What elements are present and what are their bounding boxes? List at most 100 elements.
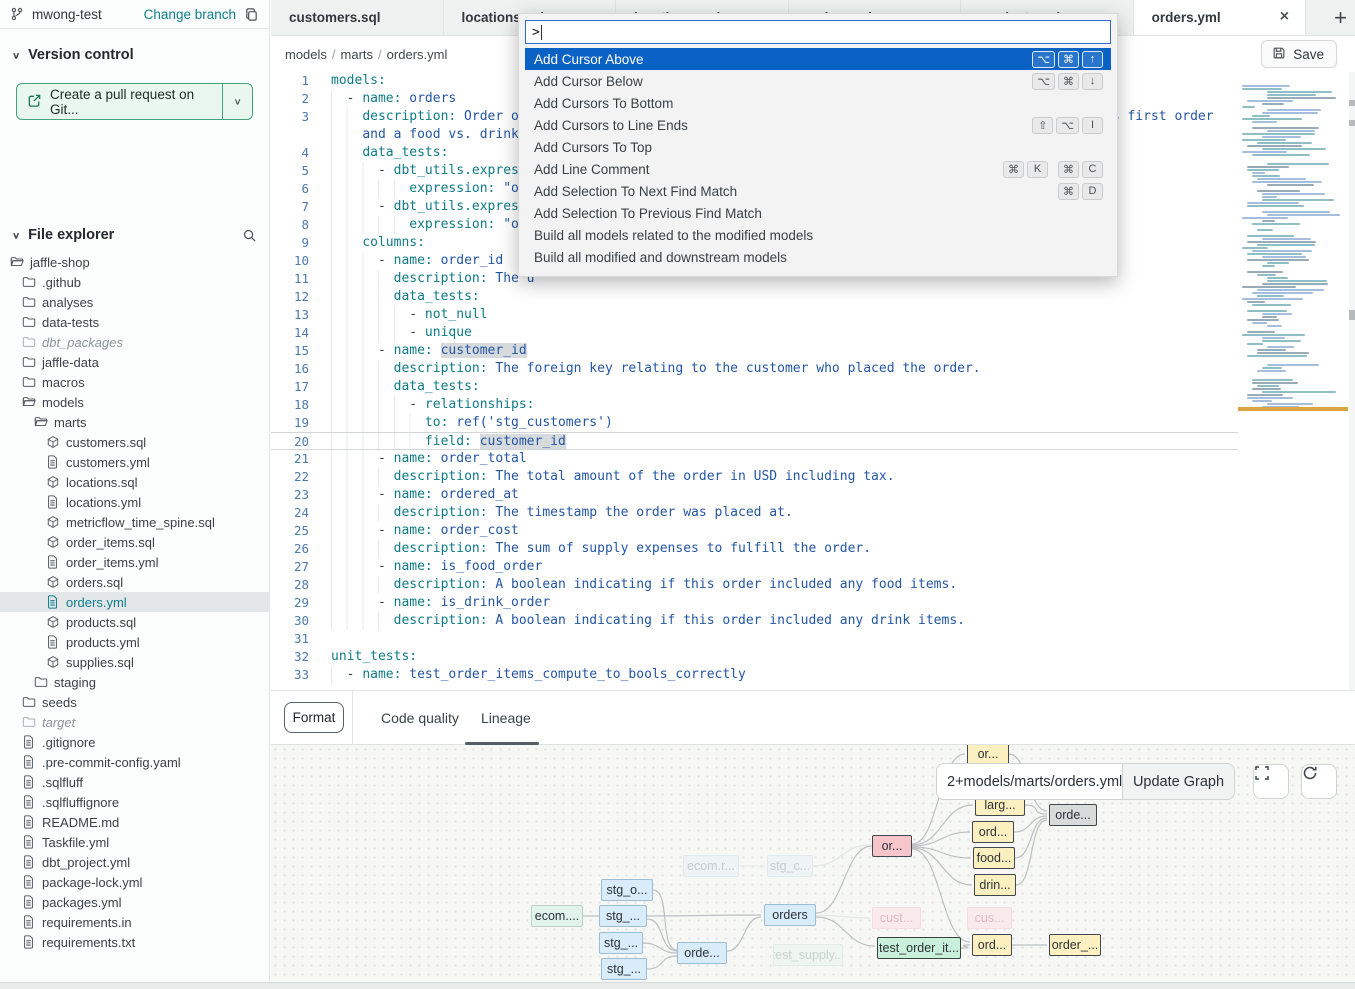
- lineage-node[interactable]: cus...: [967, 907, 1012, 929]
- refresh-button[interactable]: [1301, 764, 1337, 799]
- create-pr-button[interactable]: Create a pull request on Git... ∨: [16, 83, 253, 120]
- file-tree-item[interactable]: customers.sql: [0, 432, 269, 452]
- lineage-node[interactable]: food...: [973, 847, 1015, 869]
- command-item[interactable]: Add Cursor Above⌥⌘↑: [525, 48, 1111, 70]
- file-tree-item[interactable]: orders.yml: [0, 592, 269, 612]
- file-tree-label: data-tests: [42, 315, 99, 330]
- file-tree-item[interactable]: supplies.sql: [0, 652, 269, 672]
- lineage-node[interactable]: ord...: [972, 821, 1014, 843]
- file-tree-item[interactable]: .sqlfluffignore: [0, 792, 269, 812]
- file-tree-item[interactable]: jaffle-shop: [0, 252, 269, 272]
- file-tree-item[interactable]: locations.sql: [0, 472, 269, 492]
- lineage-node[interactable]: ecom.r...: [683, 855, 739, 877]
- lineage-node[interactable]: test_supply...: [773, 944, 843, 966]
- lineage-node[interactable]: drin...: [974, 874, 1016, 896]
- editor-tab[interactable]: orders.yml×: [1134, 0, 1307, 35]
- lineage-node[interactable]: stg_...: [599, 932, 643, 954]
- command-item[interactable]: Add Cursor Below⌥⌘↓: [525, 70, 1111, 92]
- command-palette-input[interactable]: >: [525, 20, 1111, 44]
- file-tree-item[interactable]: target: [0, 712, 269, 732]
- file-tree-item[interactable]: dbt_packages: [0, 332, 269, 352]
- command-item[interactable]: Build all models related to the modified…: [525, 224, 1111, 246]
- file-tree-item[interactable]: marts: [0, 412, 269, 432]
- lineage-node[interactable]: stg_o...: [601, 879, 653, 901]
- file-tree-item[interactable]: order_items.yml: [0, 552, 269, 572]
- tab-lineage[interactable]: Lineage: [481, 691, 531, 745]
- file-tree-item[interactable]: README.md: [0, 812, 269, 832]
- format-button[interactable]: Format: [284, 702, 344, 733]
- code-token: [331, 379, 394, 394]
- file-tree-item[interactable]: seeds: [0, 692, 269, 712]
- create-pr-dropdown[interactable]: ∨: [222, 84, 252, 119]
- command-item[interactable]: Add Line Comment⌘K⌘C: [525, 158, 1111, 180]
- lineage-node[interactable]: ecom....: [531, 905, 583, 927]
- lineage-search-input[interactable]: 2+models/marts/orders.yml+: [936, 763, 1122, 800]
- file-tree-item[interactable]: .github: [0, 272, 269, 292]
- file-icon: [46, 595, 60, 609]
- file-tree-item[interactable]: .pre-commit-config.yaml: [0, 752, 269, 772]
- file-tree-item[interactable]: products.sql: [0, 612, 269, 632]
- minimap-line: [1267, 97, 1336, 99]
- search-icon[interactable]: [242, 228, 257, 243]
- lineage-node[interactable]: cust...: [872, 907, 921, 929]
- file-tree-item[interactable]: requirements.in: [0, 912, 269, 932]
- file-tree-item[interactable]: customers.yml: [0, 452, 269, 472]
- copy-icon[interactable]: [244, 7, 259, 22]
- version-control-header[interactable]: ∨ Version control: [0, 38, 269, 72]
- lineage-node[interactable]: test_order_it...: [877, 937, 961, 959]
- file-tree-item[interactable]: order_items.sql: [0, 532, 269, 552]
- lineage-node[interactable]: or...: [967, 745, 1009, 765]
- file-explorer-header[interactable]: ∨ File explorer: [0, 218, 269, 252]
- file-tree-item[interactable]: locations.yml: [0, 492, 269, 512]
- change-branch-link[interactable]: Change branch: [144, 7, 236, 22]
- lineage-node[interactable]: or...: [872, 835, 912, 857]
- file-tree-item[interactable]: orders.sql: [0, 572, 269, 592]
- file-tree-item[interactable]: products.yml: [0, 632, 269, 652]
- file-tree-item[interactable]: dbt_project.yml: [0, 852, 269, 872]
- lineage-edge: [813, 845, 870, 866]
- minimap-line: [1252, 223, 1300, 225]
- lineage-node[interactable]: ord...: [972, 934, 1012, 956]
- file-tree-item[interactable]: packages.yml: [0, 892, 269, 912]
- code-token: name:: [362, 667, 401, 682]
- command-item[interactable]: Build all modified and downstream models: [525, 246, 1111, 268]
- tab-code-quality[interactable]: Code quality: [381, 691, 459, 745]
- file-tree-item[interactable]: requirements.txt: [0, 932, 269, 952]
- file-tree-item[interactable]: .sqlfluff: [0, 772, 269, 792]
- update-graph-button[interactable]: Update Graph: [1122, 763, 1235, 800]
- file-tree-item[interactable]: data-tests: [0, 312, 269, 332]
- file-tree-item[interactable]: Taskfile.yml: [0, 832, 269, 852]
- lineage-node[interactable]: stg_...: [599, 905, 647, 927]
- lineage-node[interactable]: stg_c...: [767, 855, 813, 877]
- command-item[interactable]: Add Selection To Previous Find Match: [525, 202, 1111, 224]
- file-tree-item[interactable]: jaffle-data: [0, 352, 269, 372]
- new-tab-button[interactable]: +: [1326, 5, 1355, 31]
- lineage-node[interactable]: stg_...: [601, 958, 647, 980]
- lineage-node[interactable]: orde...: [677, 942, 727, 964]
- lineage-node[interactable]: orders: [764, 904, 816, 926]
- command-item[interactable]: Add Cursors to Line Ends⇧⌥I: [525, 114, 1111, 136]
- close-tab-icon[interactable]: ×: [1278, 8, 1291, 26]
- line-number: 33: [271, 666, 309, 684]
- editor-scrollbar[interactable]: [1349, 72, 1355, 690]
- lineage-canvas[interactable]: ecom.r... stg_c... cust... test_supply... cu…: [271, 745, 1355, 982]
- code-token: data_tests:: [394, 289, 480, 304]
- file-tree-item[interactable]: analyses: [0, 292, 269, 312]
- minimap-line: [1242, 298, 1303, 300]
- file-tree-item[interactable]: package-lock.yml: [0, 872, 269, 892]
- lineage-node[interactable]: orde...: [1049, 804, 1097, 826]
- file-tree-item[interactable]: staging: [0, 672, 269, 692]
- minimap[interactable]: [1238, 85, 1348, 447]
- fullscreen-button[interactable]: [1253, 764, 1289, 799]
- save-button[interactable]: Save: [1261, 40, 1337, 68]
- lineage-node[interactable]: order_...: [1049, 934, 1101, 956]
- file-tree-item[interactable]: macros: [0, 372, 269, 392]
- file-tree-item[interactable]: models: [0, 392, 269, 412]
- minimap-line: [1242, 88, 1282, 90]
- command-item[interactable]: Add Selection To Next Find Match⌘D: [525, 180, 1111, 202]
- file-tree-item[interactable]: .gitignore: [0, 732, 269, 752]
- command-item[interactable]: Add Cursors To Bottom: [525, 92, 1111, 114]
- editor-tab[interactable]: customers.sql: [271, 0, 444, 35]
- command-item[interactable]: Add Cursors To Top: [525, 136, 1111, 158]
- file-tree-item[interactable]: metricflow_time_spine.sql: [0, 512, 269, 532]
